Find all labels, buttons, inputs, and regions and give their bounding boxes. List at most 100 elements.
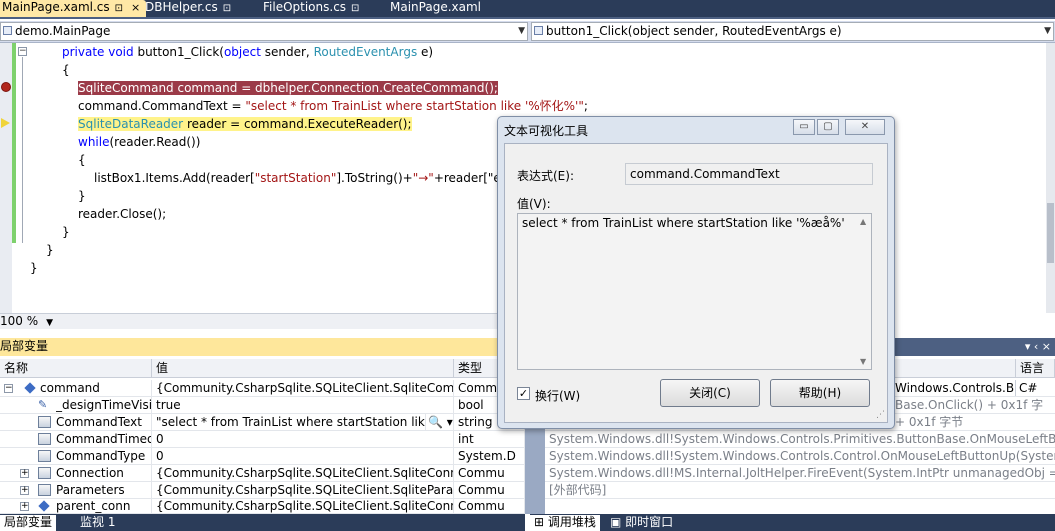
help-button[interactable]: 帮助(H) — [770, 379, 870, 407]
navigation-bar: demo.MainPage ▼ button1_Click(object sen… — [0, 21, 1055, 43]
change-tracking-bar — [12, 43, 16, 243]
callstack-row[interactable]: System.Windows.dll!System.Windows.Contro… — [545, 431, 1055, 448]
tab-fileoptions-cs[interactable]: FileOptions.cs ⊡ — [263, 0, 359, 17]
scrollbar-thumb[interactable] — [1047, 203, 1054, 263]
document-tab-strip: MainPage.xaml.cs ⊡ × DBHelper.cs ⊡ FileOpti… — [0, 0, 1055, 19]
code-line: } — [30, 261, 38, 275]
column-header-name[interactable]: 名称 — [0, 359, 152, 378]
tab-dbhelper-cs[interactable]: DBHelper.cs ⊡ — [145, 0, 231, 17]
column-header-language[interactable]: 语言 — [1015, 359, 1055, 378]
expand-icon[interactable]: + — [20, 469, 29, 478]
locals-row[interactable]: + parent_conn {Community.CsharpSqlite.SQ… — [0, 499, 525, 514]
local-name: Parameters — [56, 482, 152, 499]
editor-vertical-scrollbar[interactable] — [1046, 43, 1055, 313]
collapse-icon[interactable]: − — [4, 384, 13, 393]
locals-row[interactable]: + Connection {Community.CsharpSqlite.SQL… — [0, 465, 525, 482]
resize-grip-icon[interactable]: ⋰ — [876, 410, 885, 420]
callstack-row[interactable]: System.Windows.dll!MS.Internal.JoltHelpe… — [545, 465, 1055, 482]
local-name: CommandTimeou — [56, 431, 152, 448]
local-type: Commu — [458, 499, 525, 514]
pin-icon[interactable]: ⊡ — [115, 2, 123, 16]
maximize-icon[interactable]: ▢ — [817, 119, 839, 135]
locals-row[interactable]: CommandTimeou 0 int — [0, 431, 525, 448]
property-icon — [38, 467, 51, 479]
expand-icon[interactable]: + — [20, 486, 29, 495]
collapse-icon[interactable]: − — [18, 47, 27, 56]
member-combo-value: button1_Click(object sender, RoutedEvent… — [546, 24, 842, 38]
class-combo[interactable]: demo.MainPage ▼ — [0, 22, 528, 41]
chevron-down-icon[interactable]: ▼ — [46, 318, 53, 328]
callstack-frame: + 0x1f 字节 — [895, 415, 964, 429]
close-icon[interactable]: × — [131, 1, 140, 15]
tab-immediate-window[interactable]: ▣ 即时窗口 — [610, 515, 673, 531]
tab-label: 即时窗口 — [625, 515, 674, 529]
property-icon — [38, 416, 51, 428]
current-statement-highlight: SqliteDataReader reader = command.Execut… — [78, 117, 412, 131]
tab-label: DBHelper.cs — [145, 0, 218, 14]
value-scrollbar[interactable]: ▲ ▼ — [858, 214, 871, 369]
code-line: } — [78, 189, 86, 203]
locals-row[interactable]: CommandText "select * from TrainList whe… — [0, 414, 525, 431]
tab-label: MainPage.xaml — [390, 0, 481, 14]
code-keyword: while — [78, 135, 110, 149]
chevron-down-icon[interactable]: ▼ — [518, 23, 525, 39]
scroll-down-icon[interactable]: ▼ — [860, 357, 866, 366]
breakpoint-icon[interactable] — [1, 82, 11, 92]
dialog-body: 表达式(E): command.CommandText 值(V): select… — [504, 143, 888, 423]
close-icon[interactable]: ✕ — [845, 119, 885, 135]
locals-row[interactable]: ✎ _designTimeVisibl true bool — [0, 397, 525, 414]
chevron-down-icon[interactable]: ▼ — [1044, 23, 1051, 39]
column-header-value[interactable]: 值 — [152, 359, 454, 378]
callstack-frame: Base.OnClick() + 0x1f 字 — [895, 398, 1044, 412]
panel-options-icon[interactable]: ▾ ‹ × — [1025, 338, 1051, 355]
code-text: e) — [417, 45, 434, 59]
locals-row[interactable]: CommandType 0 System.D — [0, 448, 525, 465]
local-value: {Community.CsharpSqlite.SQLiteClient.Sql… — [156, 499, 454, 514]
callstack-language: C# — [1015, 380, 1055, 396]
zoom-bar: 100 % ▼ — [0, 313, 530, 329]
code-text: ; — [583, 99, 588, 113]
code-type: SqliteDataReader — [78, 117, 184, 131]
close-button[interactable]: 关闭(C) — [660, 379, 760, 407]
local-value: 0 — [156, 448, 454, 465]
code-keyword: object — [223, 45, 261, 59]
tab-call-stack[interactable]: ⊞ 调用堆栈 — [530, 515, 600, 531]
local-name: _designTimeVisibl — [56, 397, 152, 414]
expression-field[interactable]: command.CommandText — [625, 163, 873, 185]
expand-icon[interactable]: + — [20, 502, 29, 511]
bottom-tabs-left: 局部变量 监视 1 — [0, 514, 525, 531]
zoom-level[interactable]: 100 % — [0, 314, 38, 328]
wrap-checkbox[interactable]: ✓ — [517, 387, 530, 400]
locals-row[interactable]: + Parameters {Community.CsharpSqlite.SQL… — [0, 482, 525, 499]
minimize-icon[interactable]: ▭ — [793, 119, 815, 135]
local-value: {Community.CsharpSqlite.SQLiteClient.Sql… — [156, 465, 454, 482]
magnifier-icon[interactable]: 🔍 ▾ — [428, 414, 454, 431]
method-icon — [534, 26, 543, 35]
code-string: "startStation" — [254, 171, 337, 185]
value-textarea[interactable]: select * from TrainList where startStati… — [517, 213, 872, 370]
code-string: "select * from TrainList where startStat… — [245, 99, 584, 113]
callstack-row[interactable]: [外部代码] — [545, 482, 1055, 499]
local-name: Connection — [56, 465, 152, 482]
code-line: private void button1_Click(object sender… — [62, 43, 433, 61]
local-type: int — [458, 431, 525, 448]
scroll-up-icon[interactable]: ▲ — [860, 217, 866, 226]
code-text: ].ToString()+ — [336, 171, 413, 185]
tab-watch-1[interactable]: 监视 1 — [80, 515, 115, 531]
class-icon — [3, 26, 12, 35]
member-combo[interactable]: button1_Click(object sender, RoutedEvent… — [531, 22, 1054, 41]
code-keyword: private void — [62, 45, 138, 59]
code-line: SqliteCommand command = dbhelper.Connect… — [78, 79, 498, 97]
tab-mainpage-xaml[interactable]: MainPage.xaml — [390, 0, 481, 17]
value-text: select * from TrainList where startStati… — [522, 216, 845, 230]
code-line: } — [46, 243, 54, 257]
tab-locals[interactable]: 局部变量 — [0, 515, 57, 531]
callstack-frame: System.Windows.dll!MS.Internal.JoltHelpe… — [549, 466, 1055, 480]
tab-mainpage-xaml-cs[interactable]: MainPage.xaml.cs ⊡ × — [0, 0, 147, 17]
callstack-row[interactable]: System.Windows.dll!System.Windows.Contro… — [545, 448, 1055, 465]
outline-line — [22, 57, 23, 243]
wrap-label[interactable]: 换行(W) — [535, 387, 580, 404]
property-icon — [38, 433, 51, 445]
locals-row[interactable]: − command {Community.CsharpSqlite.SQLite… — [0, 380, 525, 397]
code-text: button1_Click( — [137, 45, 224, 59]
